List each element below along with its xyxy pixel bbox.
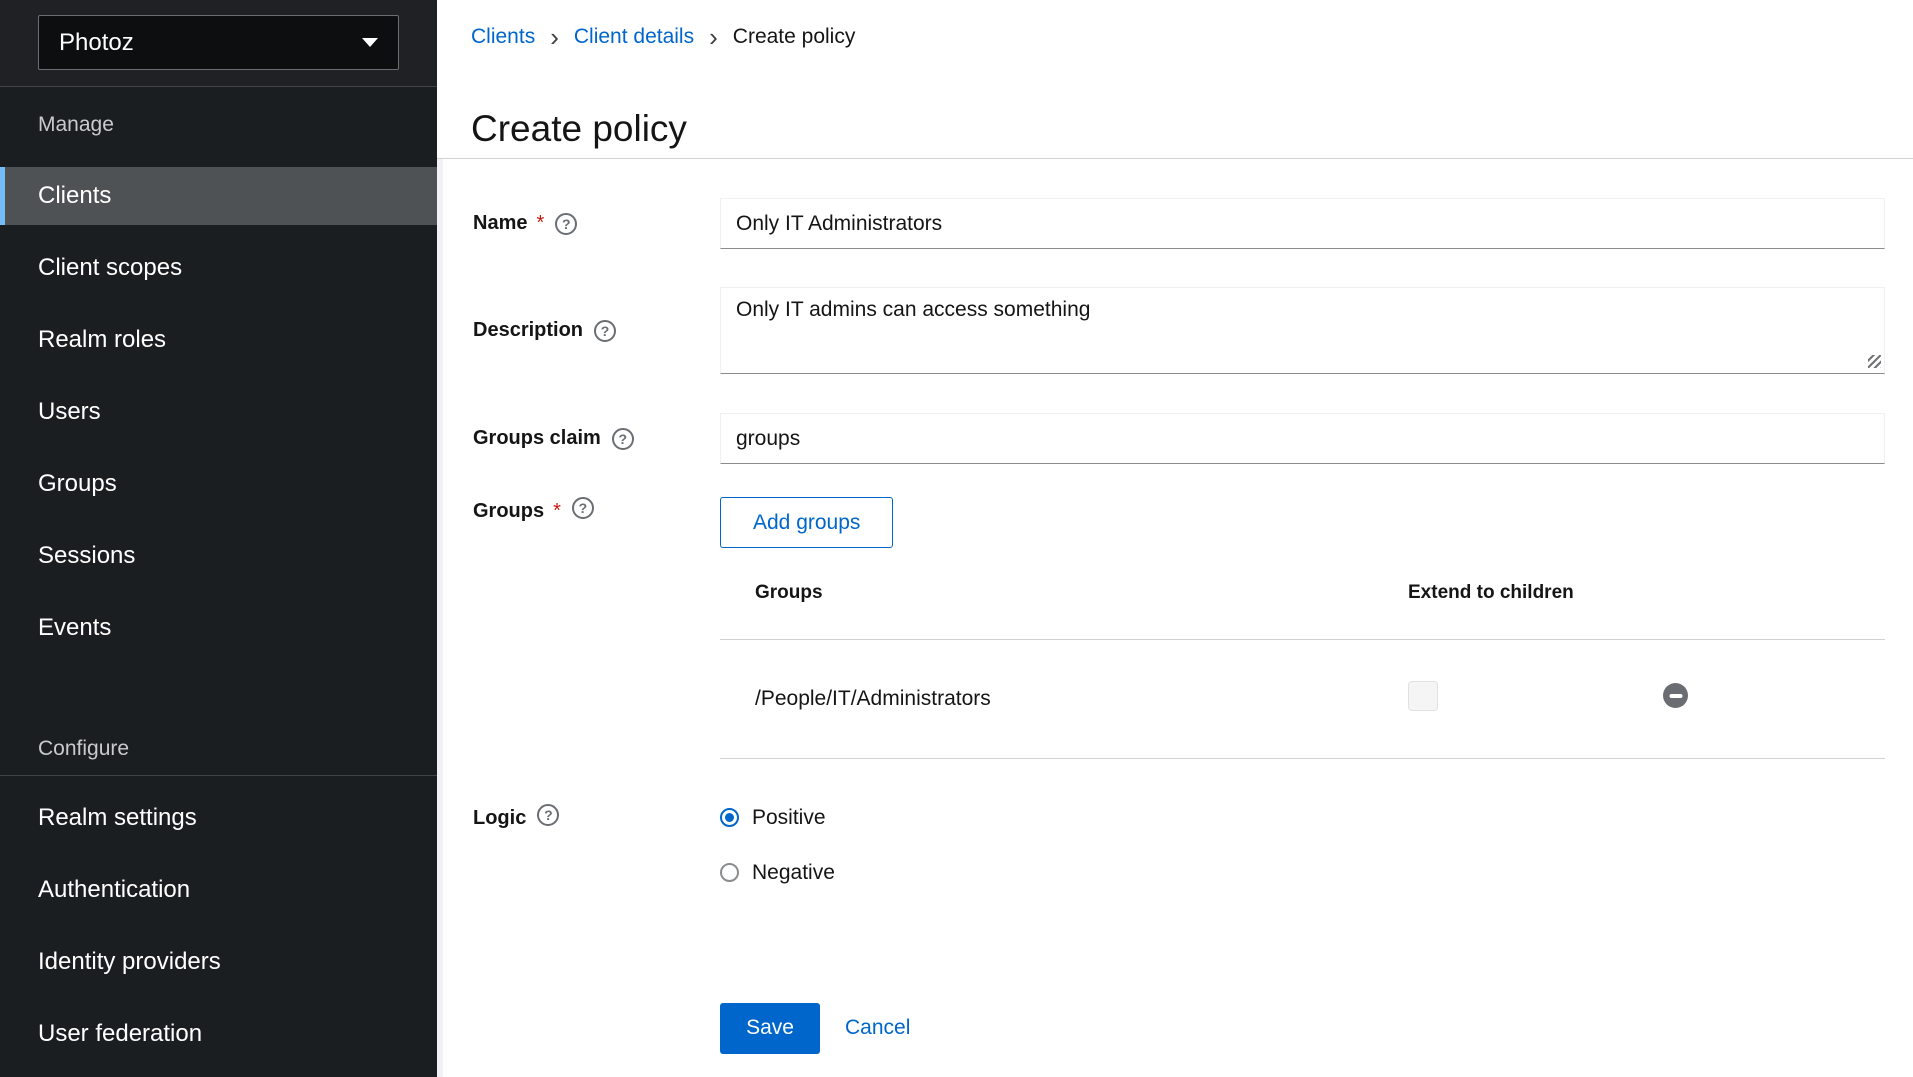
breadcrumb-separator-icon: › <box>550 26 559 48</box>
save-button[interactable]: Save <box>720 1003 820 1054</box>
minus-circle-icon <box>1669 694 1682 698</box>
resize-handle-icon[interactable] <box>1868 355 1881 368</box>
logic-negative-radio[interactable] <box>720 863 739 882</box>
extend-to-children-checkbox[interactable] <box>1408 681 1438 711</box>
groups-claim-input[interactable] <box>720 413 1885 464</box>
help-icon[interactable]: ? <box>572 497 594 519</box>
breadcrumb-link-clients[interactable]: Clients <box>471 24 535 50</box>
help-icon[interactable]: ? <box>555 213 577 235</box>
description-label: Description <box>473 319 583 342</box>
logic-label: Logic <box>473 804 526 832</box>
sidebar-item-sessions[interactable]: Sessions <box>0 527 437 585</box>
sidebar-item-realm-roles[interactable]: Realm roles <box>0 311 437 369</box>
nav-section-title-manage: Manage <box>38 114 437 136</box>
help-icon[interactable]: ? <box>594 320 616 342</box>
nav-section-configure: Configure Realm settings Authentication … <box>0 671 437 1077</box>
main-content: Clients › Client details › Create policy… <box>437 0 1913 1077</box>
sidebar-item-user-federation[interactable]: User federation <box>0 1005 437 1063</box>
page-title: Create policy <box>471 106 1913 152</box>
breadcrumb-link-client-details[interactable]: Client details <box>574 24 694 50</box>
sidebar-item-label: Authentication <box>38 876 190 904</box>
sidebar-item-groups[interactable]: Groups <box>0 455 437 513</box>
description-textarea[interactable]: Only IT admins can access something <box>720 287 1885 374</box>
required-indicator: * <box>553 497 561 525</box>
form-row-description: Description ? Only IT admins can access … <box>473 287 1885 374</box>
sidebar: Photoz Manage Clients Client scopes Real… <box>0 0 437 1077</box>
logic-negative-label: Negative <box>752 861 835 885</box>
sidebar-item-authentication[interactable]: Authentication <box>0 861 437 919</box>
column-header-extend-to-children: Extend to children <box>1373 548 1628 639</box>
sidebar-item-label: Realm settings <box>38 804 197 832</box>
add-groups-button[interactable]: Add groups <box>720 497 893 548</box>
sidebar-item-label: User federation <box>38 1020 202 1048</box>
groups-claim-label: Groups claim <box>473 427 601 450</box>
name-label-group: Name * ? <box>473 198 720 249</box>
groups-claim-label-group: Groups claim ? <box>473 413 720 464</box>
logic-positive-radio[interactable] <box>720 808 739 827</box>
sidebar-item-label: Events <box>38 614 111 642</box>
sidebar-item-clients[interactable]: Clients <box>0 167 437 225</box>
form-row-name: Name * ? <box>473 198 1885 249</box>
group-path-cell: /People/IT/Administrators <box>720 639 1373 758</box>
help-icon[interactable]: ? <box>537 804 559 826</box>
nav-section-manage: Manage Clients Client scopes Realm roles… <box>0 87 437 671</box>
create-policy-form: Name * ? Description ? Only IT admins ca… <box>437 159 1913 1077</box>
name-label: Name <box>473 212 527 235</box>
name-input[interactable] <box>720 198 1885 249</box>
sidebar-item-label: Sessions <box>38 542 135 570</box>
breadcrumb: Clients › Client details › Create policy <box>471 24 1913 50</box>
realm-selector[interactable]: Photoz <box>38 15 399 70</box>
sidebar-item-identity-providers[interactable]: Identity providers <box>0 933 437 991</box>
groups-table-header-row: Groups Extend to children <box>720 548 1885 639</box>
sidebar-item-users[interactable]: Users <box>0 383 437 441</box>
table-row: /People/IT/Administrators <box>720 639 1885 758</box>
sidebar-item-label: Client scopes <box>38 254 182 282</box>
logic-positive-label: Positive <box>752 806 826 830</box>
groups-label: Groups <box>473 497 544 525</box>
nav-section-title-configure: Configure <box>38 738 437 760</box>
form-actions: Save Cancel <box>473 1003 1885 1054</box>
sidebar-item-label: Realm roles <box>38 326 166 354</box>
column-header-actions <box>1628 548 1885 639</box>
sidebar-item-events[interactable]: Events <box>0 599 437 657</box>
cancel-link[interactable]: Cancel <box>845 1016 910 1040</box>
form-row-groups: Groups * ? Add groups Groups Extend to c… <box>473 497 1885 759</box>
required-indicator: * <box>536 212 544 235</box>
nav-divider <box>0 775 437 776</box>
help-icon[interactable]: ? <box>612 428 634 450</box>
breadcrumb-current: Create policy <box>733 24 856 50</box>
logic-option-positive: Positive <box>720 804 1885 832</box>
description-label-group: Description ? <box>473 287 720 374</box>
masthead: Photoz <box>0 0 437 87</box>
caret-down-icon <box>362 38 378 47</box>
sidebar-item-label: Users <box>38 398 101 426</box>
groups-table: Groups Extend to children /People/IT/Adm… <box>720 548 1885 759</box>
column-header-groups: Groups <box>720 548 1373 639</box>
remove-group-button[interactable] <box>1663 683 1688 708</box>
sidebar-item-label: Clients <box>38 182 111 210</box>
sidebar-item-label: Identity providers <box>38 948 221 976</box>
groups-label-group: Groups * ? <box>473 497 720 759</box>
breadcrumb-separator-icon: › <box>709 26 718 48</box>
form-row-logic: Logic ? Positive Negative <box>473 804 1885 887</box>
logic-label-group: Logic ? <box>473 804 720 887</box>
sidebar-item-client-scopes[interactable]: Client scopes <box>0 239 437 297</box>
sidebar-item-realm-settings[interactable]: Realm settings <box>0 789 437 847</box>
sidebar-item-label: Groups <box>38 470 117 498</box>
logic-option-negative: Negative <box>720 859 1885 887</box>
realm-name: Photoz <box>59 29 134 57</box>
page-header: Clients › Client details › Create policy… <box>437 0 1913 159</box>
form-row-groups-claim: Groups claim ? <box>473 413 1885 464</box>
